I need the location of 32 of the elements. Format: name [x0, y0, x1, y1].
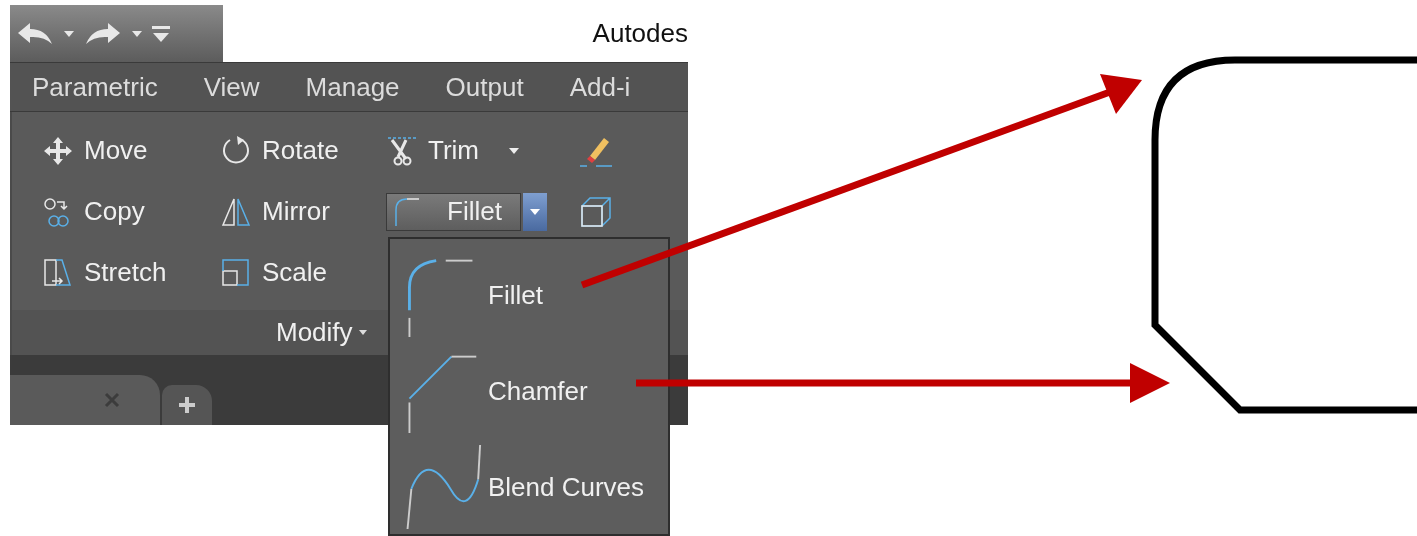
caret-icon[interactable]: [358, 330, 367, 335]
plus-icon: [178, 396, 196, 414]
caret-icon: [529, 208, 540, 215]
menu-item[interactable]: Fillet: [390, 247, 668, 343]
ribbon-tab[interactable]: Parametric: [32, 67, 158, 107]
fillet-split-button[interactable]: Fillet: [386, 192, 521, 231]
menu-item[interactable]: Chamfer: [390, 343, 668, 439]
caret-icon: [509, 147, 519, 154]
ribbon-tab[interactable]: Manage: [305, 67, 400, 107]
dropdown-button[interactable]: [522, 192, 547, 231]
ribbon-tab[interactable]: View: [203, 67, 260, 107]
stretch-icon: [42, 256, 74, 289]
tool-button[interactable]: Rotate: [220, 131, 339, 170]
panel-title[interactable]: Modify: [276, 313, 353, 352]
tool-button[interactable]: Scale: [220, 253, 328, 292]
ribbon-tab[interactable]: Add-i: [569, 67, 631, 107]
window-title: Autodes: [592, 17, 688, 50]
caret-icon[interactable]: [132, 30, 142, 37]
tool-button[interactable]: Trim: [386, 131, 479, 170]
tool-button[interactable]: Stretch: [42, 253, 167, 292]
caret-icon[interactable]: [64, 30, 74, 37]
tool-button[interactable]: Mirror: [220, 192, 330, 231]
undo-icon[interactable]: [16, 21, 54, 46]
new-tab-button[interactable]: [162, 385, 212, 425]
menu-item[interactable]: Blend Curves: [390, 439, 668, 535]
scale-squares-icon: [220, 256, 252, 289]
ribbon-tab[interactable]: Output: [445, 67, 524, 107]
scissors-icon: [386, 134, 418, 167]
tool-button[interactable]: Move: [42, 131, 148, 170]
customize-icon[interactable]: [152, 24, 170, 43]
tool-button[interactable]: Copy: [42, 192, 145, 231]
redo-icon[interactable]: [84, 21, 122, 46]
